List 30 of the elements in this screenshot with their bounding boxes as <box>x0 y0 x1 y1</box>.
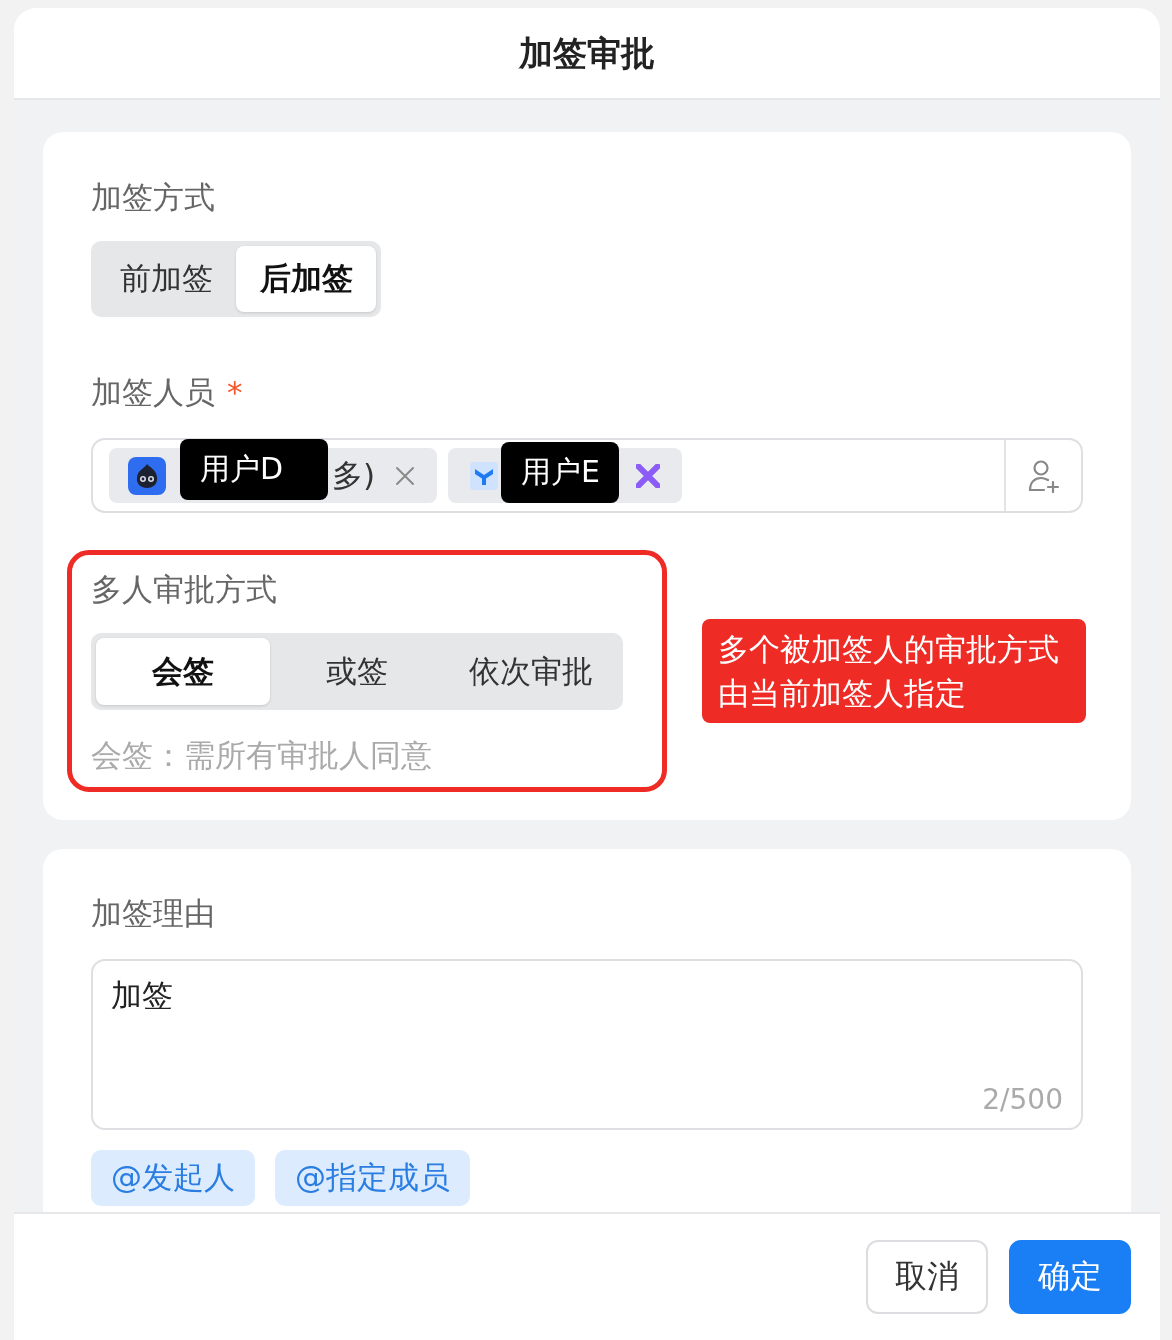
close-icon[interactable] <box>395 465 416 486</box>
user-chip[interactable]: 用户D 多) <box>109 439 438 503</box>
segment-option[interactable]: 或签 <box>270 638 444 705</box>
field-label: 加签理由 <box>91 894 216 933</box>
reason-textarea[interactable]: 加签 2/500 <box>91 959 1083 1130</box>
dialog-title: 加签审批 <box>519 32 655 75</box>
field-label: 多人审批方式 <box>91 570 278 609</box>
field-label: 加签人员 <box>91 373 215 412</box>
input-text: 加签 <box>111 976 173 1015</box>
user-chip[interactable]: 用户E <box>448 439 683 503</box>
person-add-icon <box>1026 458 1061 493</box>
hint-text: 会签：需所有审批人同意 <box>91 736 433 775</box>
dark-blob-avatar-icon <box>128 456 166 495</box>
callout-text: 多个被加签人的审批方式 <box>718 630 1060 669</box>
field-label: 加签方式 <box>91 178 216 217</box>
segment-option[interactable]: 前加签 <box>96 246 236 312</box>
required-mark: * <box>227 373 243 412</box>
close-icon[interactable] <box>636 463 661 488</box>
chip-text: 多) <box>332 455 376 495</box>
callout-text: 由当前加签人指定 <box>718 674 967 713</box>
user-name-tooltip: 用户D <box>180 439 328 500</box>
char-counter: 2/500 <box>982 1082 1063 1118</box>
segment-option[interactable]: 后加签 <box>236 246 376 312</box>
y-logo-avatar-icon <box>470 461 499 490</box>
segment-option[interactable]: 会签 <box>96 638 270 705</box>
user-name-tooltip: 用户E <box>501 442 620 503</box>
segment-option[interactable]: 依次审批 <box>444 638 618 705</box>
confirm-button[interactable]: 确定 <box>1009 1240 1131 1314</box>
signer-select-field[interactable]: 用户D 多) 用户E <box>91 438 1083 513</box>
cancel-button[interactable]: 取消 <box>866 1240 988 1314</box>
